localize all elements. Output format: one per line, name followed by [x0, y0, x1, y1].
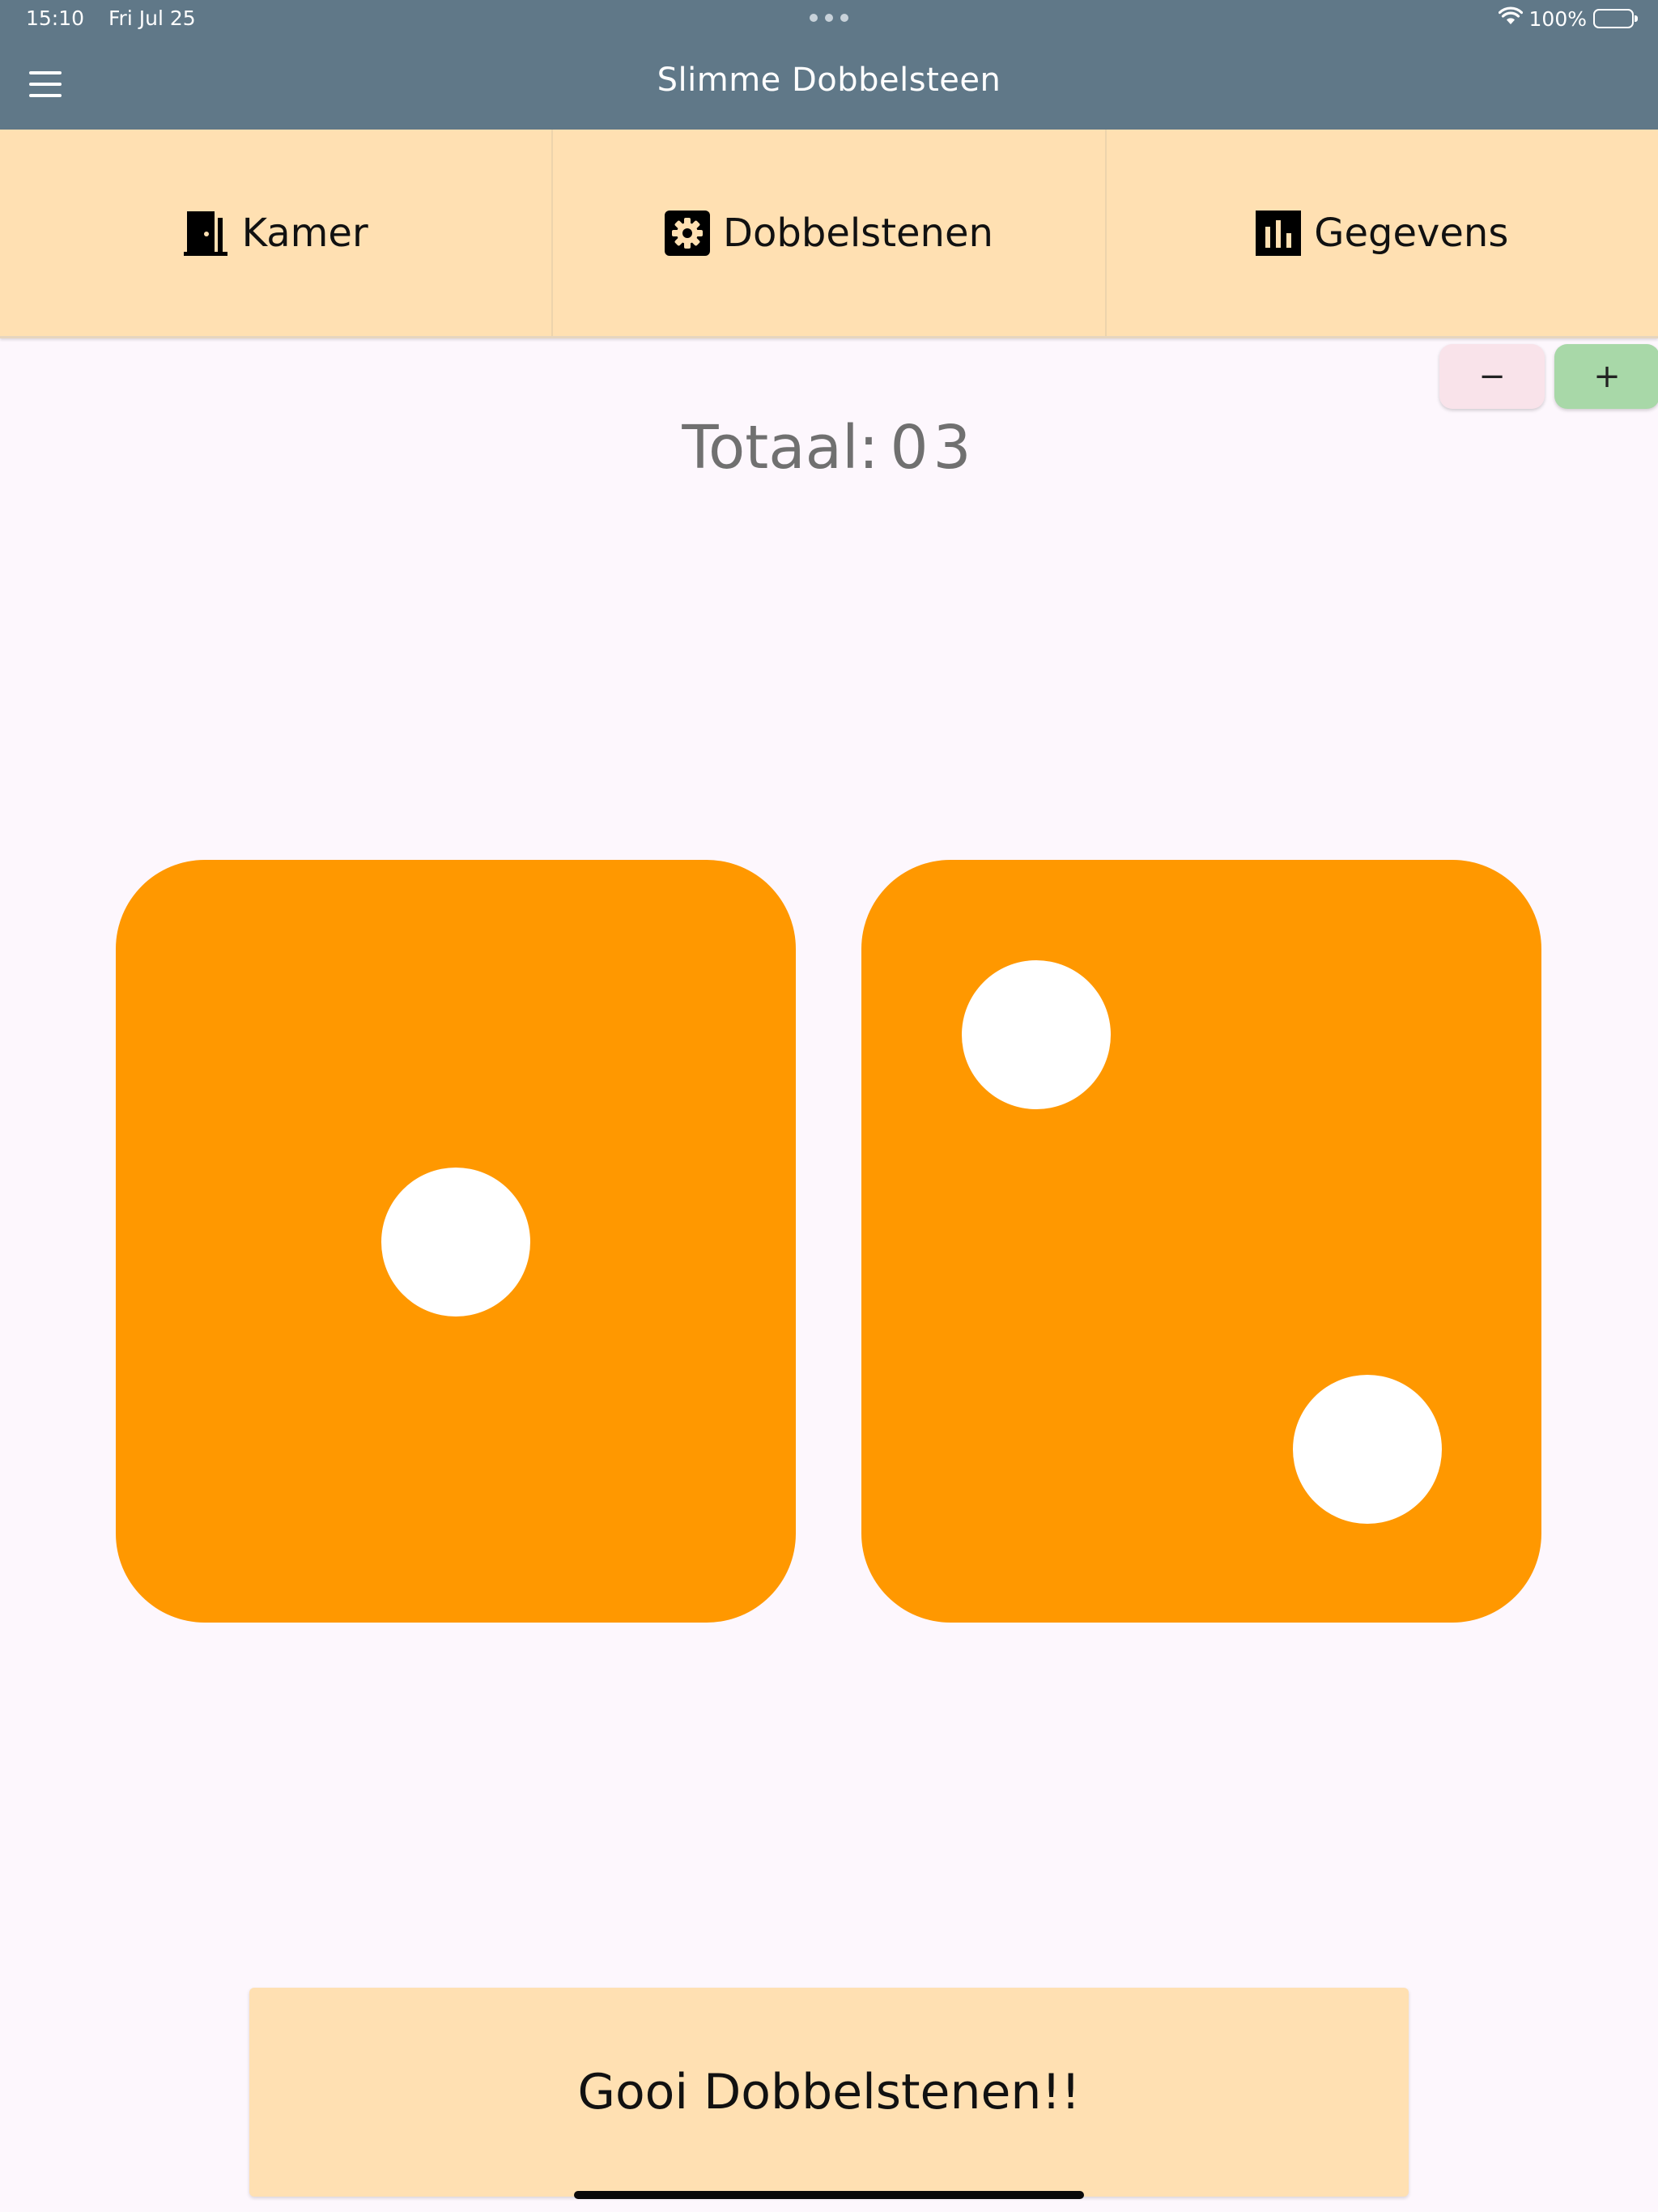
status-bar-datetime: 15:10 Fri Jul 25 [26, 6, 214, 30]
total-display: Totaal: 03 [0, 413, 1658, 483]
status-bar-right: 100% [1498, 5, 1638, 32]
battery-icon [1593, 9, 1638, 28]
app-root: 15:10 Fri Jul 25 100% Slimme Dobbelsteen [0, 0, 1658, 2212]
bar-chart-icon [1256, 210, 1302, 256]
tab-kamer-label: Kamer [241, 210, 368, 256]
status-time: 15:10 [26, 6, 85, 30]
tab-bar: Kamer Dobbelstenen Gegevens [0, 130, 1658, 338]
roll-dice-button[interactable]: Gooi Dobbelstenen!! [249, 1988, 1409, 2197]
app-bar: 15:10 Fri Jul 25 100% Slimme Dobbelsteen [0, 0, 1658, 130]
die-pip [1293, 1375, 1442, 1524]
settings-gear-icon [665, 210, 711, 256]
increase-dice-button[interactable]: + [1554, 344, 1658, 409]
app-title: Slimme Dobbelsteen [657, 62, 1001, 99]
roll-dice-label: Gooi Dobbelstenen!! [577, 2064, 1081, 2121]
status-date: Fri Jul 25 [108, 6, 196, 30]
total-label: Totaal: [682, 413, 879, 483]
die-pip [381, 1168, 530, 1317]
battery-percentage: 100% [1528, 6, 1587, 31]
tab-kamer[interactable]: Kamer [0, 130, 554, 336]
wifi-icon [1498, 6, 1523, 31]
tab-gegevens-label: Gegevens [1314, 210, 1509, 256]
tab-gegevens[interactable]: Gegevens [1107, 130, 1658, 336]
total-value: 03 [890, 413, 976, 483]
die-pip [962, 960, 1111, 1109]
multitasking-dots-icon[interactable] [810, 11, 848, 24]
home-indicator[interactable] [574, 2191, 1084, 2199]
tab-dobbelstenen[interactable]: Dobbelstenen [553, 130, 1107, 336]
tab-dobbelstenen-label: Dobbelstenen [723, 210, 993, 256]
decrease-dice-button[interactable]: − [1439, 344, 1545, 409]
die-two[interactable] [861, 860, 1541, 1623]
door-icon [183, 210, 229, 257]
die-one[interactable] [116, 860, 796, 1623]
